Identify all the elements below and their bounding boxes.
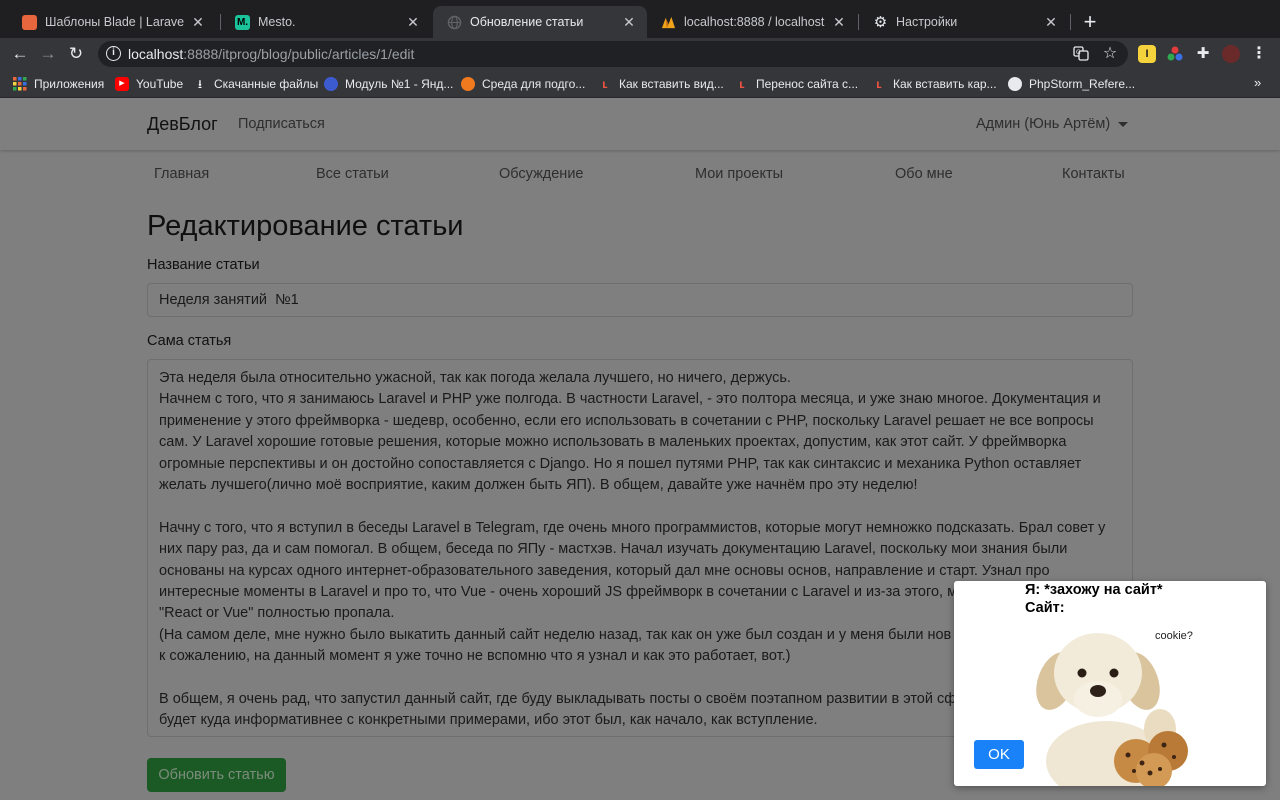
laravel-icon (22, 14, 37, 30)
bookmark-label: PhpStorm_Refere... (1029, 77, 1136, 91)
menu-home[interactable]: Главная (154, 166, 209, 182)
bookmarks-bar: Приложения ▶ YouTube ⭳ Скачанные файлы М… (0, 70, 1280, 98)
mesto-icon: M. (235, 14, 250, 30)
bookmark-label: Приложения (34, 77, 105, 91)
extension-color-icon[interactable] (1166, 45, 1184, 63)
menu-projects[interactable]: Мои проекты (695, 166, 783, 182)
article-title-input[interactable]: Неделя занятий №1 (147, 283, 1133, 317)
textarea-line: сам. У Laravel хорошие готовые решения, … (159, 434, 1067, 451)
menu-contacts[interactable]: Контакты (1062, 166, 1125, 182)
apps-grid-icon (13, 77, 27, 91)
bookmarks-more-icon[interactable]: » (1254, 75, 1261, 90)
yandex-icon (324, 77, 338, 91)
globe-icon (1008, 77, 1022, 91)
textarea-line: Начну с того, что я вступил в беседы Lar… (159, 519, 1106, 536)
cookie-ok-button[interactable]: OK (974, 740, 1024, 769)
textarea-line: применение у этого фреймворка - шедевр, … (159, 412, 1094, 429)
download-icon: ⭳ (197, 77, 203, 91)
bookmark-laravel-transfer[interactable]: ʟ Перенос сайта с... (735, 76, 858, 92)
youtube-icon: ▶ (115, 77, 129, 91)
page-title: Редактирование статьи (147, 210, 464, 242)
bookmark-star-icon[interactable]: ☆ (1101, 45, 1119, 63)
new-tab-button[interactable]: + (1080, 8, 1100, 36)
laravel-icon: ʟ (876, 77, 882, 91)
tab-phpmyadmin[interactable]: localhost:8888 / localhost / de ✕ (647, 6, 857, 38)
title-label: Название статьи (147, 257, 260, 273)
subscribe-link[interactable]: Подписаться (238, 116, 325, 132)
textarea-line: огромные перспективы и он достойно сопос… (159, 455, 1082, 472)
tab-title: Mesto. (258, 15, 296, 29)
bookmark-label: Перенос сайта с... (756, 77, 859, 91)
bookmark-label: Модуль №1 - Янд... (345, 77, 454, 91)
cookie-popup: Я: *захожу на сайт* Сайт: cookie? OK (954, 581, 1266, 786)
close-icon[interactable]: ✕ (621, 14, 637, 31)
textarea-line: основаны на курсах одного интернет-образ… (159, 562, 1050, 579)
bookmark-laravel-video[interactable]: ʟ Как вставить вид... (598, 76, 724, 92)
meme-cookie-question: cookie? (1155, 630, 1193, 642)
user-dropdown[interactable]: Админ (Юнь Артём) (976, 116, 1129, 132)
tab-title: localhost:8888 / localhost / de (684, 15, 825, 29)
tab-title: Обновление статьи (470, 15, 584, 29)
tab-title: Настройки (896, 15, 958, 29)
bookmark-laravel-image[interactable]: ʟ Как вставить кар... (872, 76, 997, 92)
bookmark-label: Среда для подго... (482, 77, 586, 91)
extensions-puzzle-icon[interactable]: ✚ (1194, 45, 1212, 63)
close-icon[interactable]: ✕ (405, 14, 421, 31)
extension-yellow-icon[interactable]: I (1138, 45, 1156, 63)
avatar[interactable] (1222, 45, 1240, 63)
more-menu-icon[interactable]: ⋮ (1250, 45, 1268, 63)
caret-down-icon (1118, 121, 1129, 127)
bookmark-apps[interactable]: Приложения (13, 76, 104, 92)
textarea-line: Эта неделя была относительно ужасной, та… (159, 370, 791, 386)
bookmark-label: Как вставить кар... (893, 77, 997, 91)
reload-button[interactable]: ↻ (64, 42, 88, 66)
address-bar[interactable]: i localhost:8888/itprog/blog/public/arti… (98, 41, 1128, 67)
bookmark-youtube[interactable]: ▶ YouTube (115, 76, 183, 92)
browser-toolbar: ← → ↻ i localhost:8888/itprog/blog/publi… (0, 38, 1280, 70)
forward-button[interactable]: → (36, 42, 60, 66)
close-icon[interactable]: ✕ (1043, 14, 1059, 31)
textarea-line (159, 496, 1121, 517)
bookmark-label: Как вставить вид... (619, 77, 724, 91)
tab-settings[interactable]: ⚙ Настройки ✕ (859, 6, 1069, 38)
menu-all-articles[interactable]: Все статьи (316, 166, 389, 182)
bookmark-label: YouTube (136, 77, 184, 91)
tab-separator (1070, 14, 1071, 30)
site-brand[interactable]: ДевБлог (147, 114, 218, 135)
tab-edit-article[interactable]: Обновление статьи ✕ (433, 6, 647, 38)
textarea-line: них пару раз, да и сам помогал. В общем,… (159, 541, 1068, 558)
bookmark-sreda[interactable]: Среда для подго... (461, 76, 585, 92)
info-icon[interactable]: i (106, 46, 121, 61)
tab-title: Шаблоны Blade | Laravel по-р (45, 15, 184, 29)
translate-icon[interactable]: G (1072, 45, 1090, 63)
phpmyadmin-icon (661, 15, 676, 30)
gear-icon: ⚙ (873, 14, 888, 31)
user-name: Админ (Юнь Артём) (976, 116, 1111, 132)
menu-discussion[interactable]: Обсуждение (499, 166, 583, 182)
tab-strip: Шаблоны Blade | Laravel по-р ✕ M. Mesto.… (0, 0, 1280, 38)
textarea-line: желать лучшего(лично моё восприятие, как… (159, 476, 918, 493)
meme-caption-line2: Сайт: (1025, 600, 1065, 616)
menu-about[interactable]: Обо мне (895, 166, 953, 182)
bookmark-label: Скачанные файлы (214, 77, 319, 91)
update-article-button[interactable]: Обновить статью (147, 758, 286, 792)
close-icon[interactable]: ✕ (831, 14, 847, 31)
bookmark-phpstorm[interactable]: PhpStorm_Refere... (1008, 76, 1135, 92)
address-url: localhost:8888/itprog/blog/public/articl… (128, 46, 415, 62)
laravel-icon: ʟ (602, 77, 608, 91)
back-button[interactable]: ← (8, 42, 32, 66)
meme-caption-line1: Я: *захожу на сайт* (1025, 582, 1163, 598)
bookmark-yandex-module[interactable]: Модуль №1 - Янд... (324, 76, 453, 92)
close-icon[interactable]: ✕ (190, 14, 206, 31)
tab-mesto[interactable]: M. Mesto. ✕ (221, 6, 431, 38)
svg-text:G: G (1076, 49, 1081, 56)
textarea-line: Начнем с того, что я занимаюсь Laravel и… (159, 391, 1101, 408)
globe-icon (447, 15, 462, 30)
tab-blade[interactable]: Шаблоны Blade | Laravel по-р ✕ (8, 6, 216, 38)
body-label: Сама статья (147, 333, 232, 349)
laravel-icon: ʟ (739, 77, 745, 91)
bookmark-downloads[interactable]: ⭳ Скачанные файлы (193, 76, 318, 92)
site-navbar: ДевБлог Подписаться Админ (Юнь Артём) (0, 98, 1280, 150)
orange-circle-icon (461, 77, 475, 91)
